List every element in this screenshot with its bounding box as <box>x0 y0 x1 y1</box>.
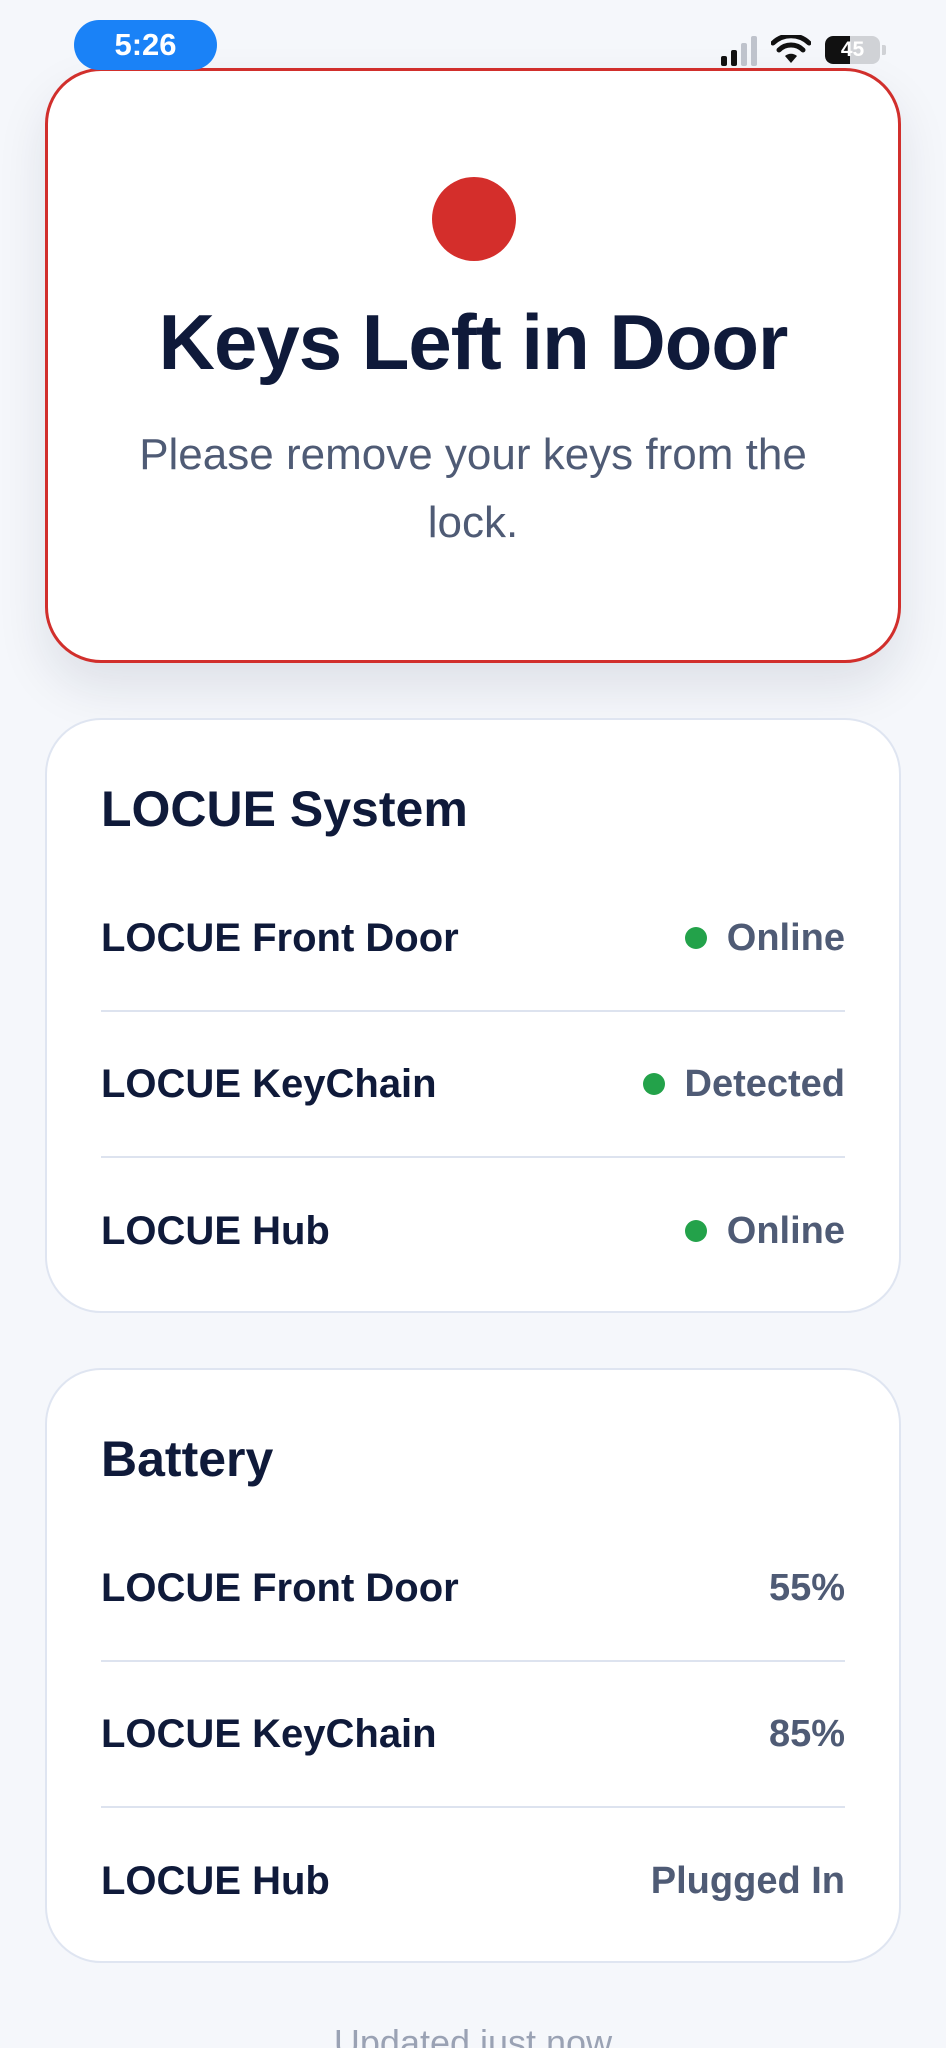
battery-level: 45 <box>840 38 865 61</box>
battery-row-hub: LOCUE Hub Plugged In <box>101 1808 845 1954</box>
device-name: LOCUE Hub <box>101 1858 330 1903</box>
device-status: Online <box>684 1209 845 1253</box>
last-updated-text: Updated just now <box>333 2022 613 2048</box>
keys-alert-card: Keys Left in Door Please remove your key… <box>45 68 901 663</box>
system-row-hub: LOCUE Hub Online <box>101 1158 845 1304</box>
device-name: LOCUE Front Door <box>101 915 459 960</box>
wifi-icon <box>771 35 811 63</box>
system-row-keychain: LOCUE KeyChain Detected <box>101 1012 845 1158</box>
status-dot-icon <box>684 927 707 949</box>
status-label: Online <box>726 916 845 959</box>
system-row-front-door: LOCUE Front Door Online <box>101 866 845 1012</box>
battery-row-keychain: LOCUE KeyChain 85% <box>101 1662 845 1808</box>
system-card: LOCUE System LOCUE Front Door Online LOC… <box>45 718 901 1313</box>
alert-indicator-icon <box>432 177 516 261</box>
battery-row-front-door: LOCUE Front Door 55% <box>101 1516 845 1662</box>
device-status: Detected <box>642 1062 846 1106</box>
screen: 5:26 45 Keys Left in Door Please remove … <box>0 0 946 2048</box>
device-name: LOCUE KeyChain <box>101 1061 437 1106</box>
device-status: Online <box>684 916 845 960</box>
status-dot-icon <box>642 1073 665 1095</box>
status-time: 5:26 <box>74 20 217 70</box>
cellular-signal-icon <box>721 34 757 66</box>
system-card-title: LOCUE System <box>101 781 468 837</box>
battery-value: Plugged In <box>650 1859 845 1902</box>
battery-card-title: Battery <box>101 1431 274 1487</box>
status-label: Online <box>726 1209 845 1252</box>
status-label: Detected <box>684 1062 846 1105</box>
status-icons: 45 <box>721 34 886 66</box>
battery-value: 85% <box>768 1712 845 1755</box>
device-name: LOCUE KeyChain <box>101 1711 437 1756</box>
alert-title: Keys Left in Door <box>158 298 789 386</box>
status-dot-icon <box>684 1220 707 1242</box>
device-name: LOCUE Hub <box>101 1208 330 1253</box>
battery-value: 55% <box>768 1566 845 1609</box>
battery-card: Battery LOCUE Front Door 55% LOCUE KeyCh… <box>45 1368 901 1963</box>
device-name: LOCUE Front Door <box>101 1565 459 1610</box>
alert-message: Please remove your keys from the lock. <box>139 430 807 547</box>
battery-icon: 45 <box>825 36 880 64</box>
